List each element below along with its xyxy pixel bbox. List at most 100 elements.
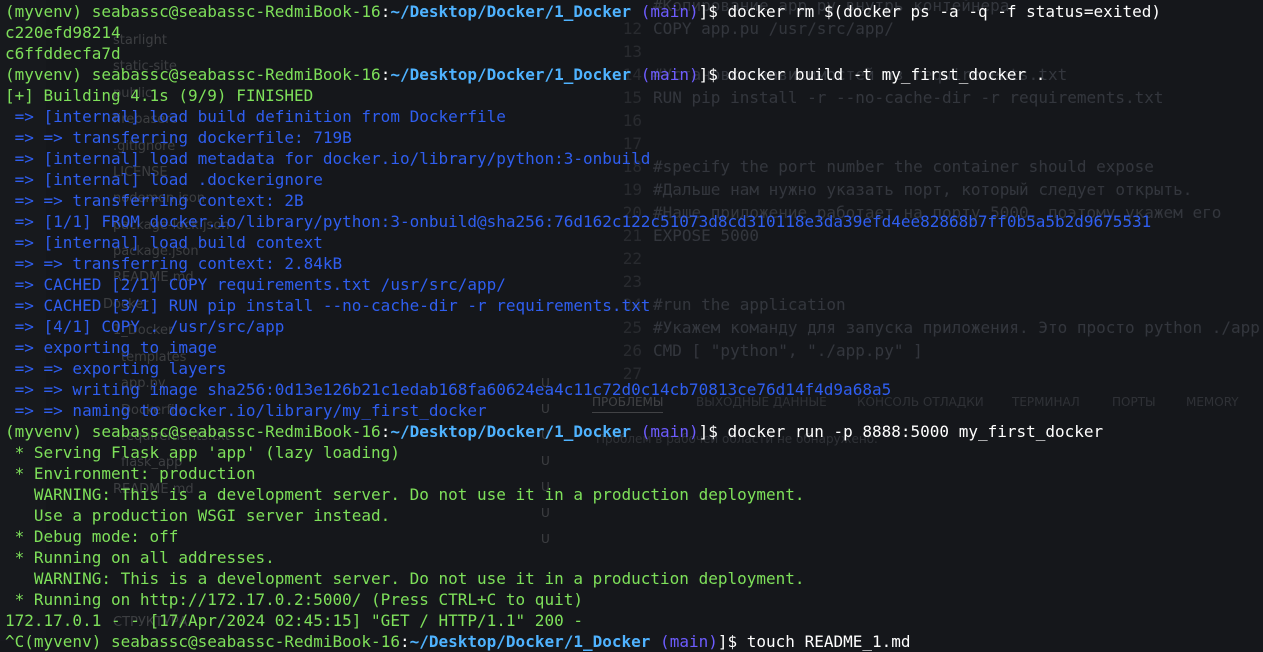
output-text: 172.17.0.1 - - [17/Apr/2024 02:45:15] "G… <box>5 611 583 630</box>
panel-tab[interactable]: MEMORY <box>1186 395 1239 409</box>
terminal-line: * Environment: production <box>5 463 256 484</box>
prompt-venv: (myvenv) <box>5 65 92 84</box>
prompt-user-host: seabassc@seabassc-RedmiBook-16 <box>110 632 400 651</box>
terminal-line: ^C(myvenv) seabassc@seabassc-RedmiBook-1… <box>5 631 911 652</box>
terminal-line: [+] Building 4.1s (9/9) FINISHED <box>5 85 313 106</box>
output-text: => => transferring context: 2B <box>5 191 304 210</box>
output-text: => exporting to image <box>5 338 217 357</box>
editor-line: 19 #Дальше нам нужно указать порт, которы… <box>590 178 1193 201</box>
terminal-line: 172.17.0.1 - - [17/Apr/2024 02:45:15] "G… <box>5 610 583 631</box>
line-code: #specify the port number the container s… <box>653 157 1154 176</box>
output-text: * Environment: production <box>5 464 256 483</box>
editor-line: 15 RUN pip install -r --no-cache-dir -r r… <box>590 86 1164 109</box>
prompt-path: ~/Desktop/Docker/1_Docker <box>390 65 632 84</box>
editor-line: 23 <box>590 270 653 293</box>
line-number: 15 <box>622 88 642 107</box>
terminal-line: => [internal] load metadata for docker.i… <box>5 148 651 169</box>
terminal-line: => => writing image sha256:0d13e126b21c1… <box>5 379 892 400</box>
terminal-line: => => exporting layers <box>5 358 227 379</box>
prompt-dollar: ]$ <box>717 632 747 651</box>
command-text: docker build -t my_first_docker . <box>727 65 1046 84</box>
command-text: docker run -p 8888:5000 my_first_docker <box>727 422 1104 441</box>
ctrl-c-marker: ^C <box>5 632 25 651</box>
terminal-line: => CACHED [3/1] RUN pip install --no-cac… <box>5 295 651 316</box>
prompt-branch: (main) <box>631 2 699 21</box>
command-text: docker rm $(docker ps -a -q -f status=ex… <box>727 2 1161 21</box>
command-text: touch README_1.md <box>746 632 911 651</box>
prompt-dollar: ]$ <box>698 422 728 441</box>
terminal-line: => [4/1] COPY . /usr/src/app <box>5 316 285 337</box>
output-text: => [internal] load build context <box>5 233 323 252</box>
terminal-line: => [1/1] FROM docker.io/library/python:3… <box>5 211 1152 232</box>
output-text: * Debug mode: off <box>5 527 179 546</box>
line-number: 13 <box>622 42 642 61</box>
line-number: 16 <box>622 111 642 130</box>
prompt-branch: (main) <box>650 632 718 651</box>
terminal-line: * Debug mode: off <box>5 526 179 547</box>
prompt-venv: (myvenv) <box>5 2 92 21</box>
git-untracked-mark: U <box>541 506 550 520</box>
terminal-line: c220efd98214 <box>5 22 121 43</box>
explorer-item[interactable]: starlight <box>113 33 167 48</box>
output-text: => [internal] load metadata for docker.i… <box>5 149 651 168</box>
terminal-line: => exporting to image <box>5 337 217 358</box>
line-code: #Дальше нам нужно указать порт, который … <box>653 180 1193 199</box>
output-text: Use a production WSGI server instead. <box>5 506 391 525</box>
editor-line: 26 CMD [ "python", "./app.py" ] <box>590 339 923 362</box>
terminal-line: => [internal] load build context <box>5 232 323 253</box>
output-text: => => writing image sha256:0d13e126b21c1… <box>5 380 892 399</box>
editor-line: 13 <box>590 40 653 63</box>
output-text: => => naming to docker.io/library/my_fir… <box>5 401 487 420</box>
line-number: 26 <box>622 341 642 360</box>
output-text: => => transferring context: 2.84kB <box>5 254 343 273</box>
line-code: CMD [ "python", "./app.py" ] <box>653 341 923 360</box>
output-text: => => exporting layers <box>5 359 227 378</box>
terminal-line: => => transferring dockerfile: 719B <box>5 127 352 148</box>
editor-line: 22 <box>590 247 653 270</box>
terminal-line: => => transferring context: 2B <box>5 190 304 211</box>
output-text: => CACHED [3/1] RUN pip install --no-cac… <box>5 296 651 315</box>
terminal-line: => => transferring context: 2.84kB <box>5 253 343 274</box>
dockerfile-editor: #Копирование app.py внутрь контейнера 12 C… <box>590 0 1263 385</box>
git-untracked-mark: U <box>541 454 550 468</box>
prompt-path: ~/Desktop/Docker/1_Docker <box>390 422 632 441</box>
output-text: WARNING: This is a development server. D… <box>5 569 805 588</box>
terminal-line: * Running on all addresses. <box>5 547 275 568</box>
editor-line: 16 <box>590 109 653 132</box>
line-number: 19 <box>622 180 642 199</box>
prompt-venv: (myvenv) <box>24 632 111 651</box>
terminal-line: => [internal] load build definition from… <box>5 106 506 127</box>
terminal-line: (myvenv) seabassc@seabassc-RedmiBook-16:… <box>5 64 1045 85</box>
terminal-line: c6ffddecfa7d <box>5 43 121 64</box>
prompt-path: ~/Desktop/Docker/1_Docker <box>390 2 632 21</box>
output-text: => [1/1] FROM docker.io/library/python:3… <box>5 212 1152 231</box>
prompt-venv: (myvenv) <box>5 422 92 441</box>
output-text: c6ffddecfa7d <box>5 44 121 63</box>
editor-line: 18 #specify the port number the container… <box>590 155 1154 178</box>
panel-tab[interactable]: ПОРТЫ <box>1112 395 1156 409</box>
line-code: #run the application <box>653 295 846 314</box>
git-untracked-mark: U <box>541 402 550 416</box>
prompt-dollar: ]$ <box>698 65 728 84</box>
prompt-dollar: ]$ <box>698 2 728 21</box>
terminal-line: * Running on http://172.17.0.2:5000/ (Pr… <box>5 589 583 610</box>
line-number: 25 <box>622 318 642 337</box>
line-code: #Укажем команду для запуска приложения. … <box>653 318 1263 337</box>
line-number: 22 <box>622 249 642 268</box>
prompt-separator: : <box>380 65 391 84</box>
prompt-separator: : <box>380 422 391 441</box>
prompt-separator: : <box>380 2 391 21</box>
terminal-line: (myvenv) seabassc@seabassc-RedmiBook-16:… <box>5 421 1103 442</box>
line-code: RUN pip install -r --no-cache-dir -r req… <box>653 88 1164 107</box>
output-text: [+] Building 4.1s (9/9) FINISHED <box>5 86 314 105</box>
output-text: => [4/1] COPY . /usr/src/app <box>5 317 285 336</box>
output-text: * Running on all addresses. <box>5 548 275 567</box>
terminal-line: => [internal] load .dockerignore <box>5 169 323 190</box>
terminal-line: * Serving Flask app 'app' (lazy loading) <box>5 442 400 463</box>
line-number: 23 <box>622 272 642 291</box>
prompt-branch: (main) <box>631 65 699 84</box>
editor-line: 25 #Укажем команду для запуска приложения… <box>590 316 1263 339</box>
panel-tab[interactable]: ТЕРМИНАЛ <box>1012 395 1080 409</box>
output-text: WARNING: This is a development server. D… <box>5 485 805 504</box>
prompt-path: ~/Desktop/Docker/1_Docker <box>409 632 651 651</box>
